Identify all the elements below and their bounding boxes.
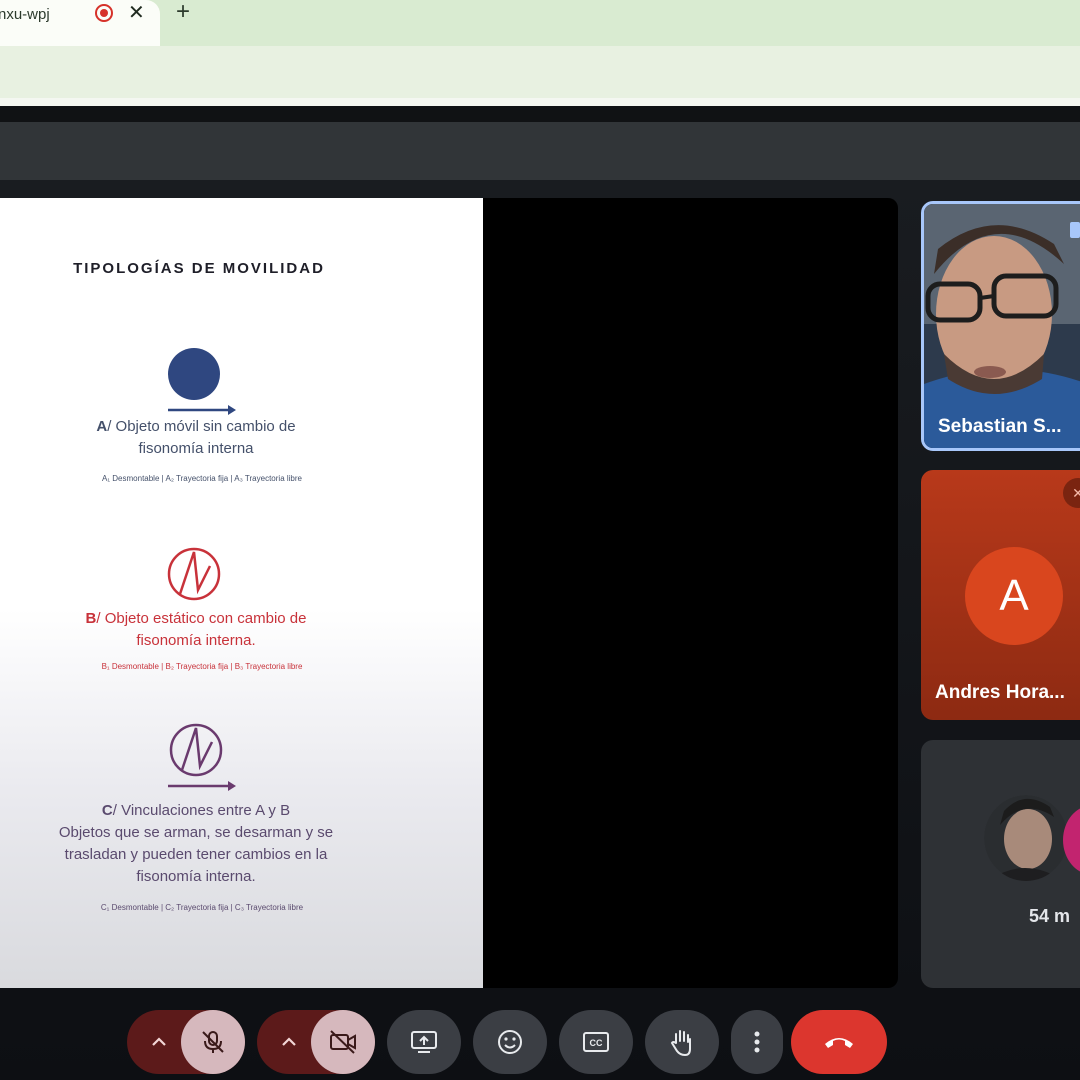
- avatar: A: [965, 547, 1063, 645]
- item-c-line3: trasladan y pueden tener cambios en la: [64, 846, 328, 863]
- more-options-button[interactable]: [731, 1010, 783, 1074]
- mic-muted-icon: ✕: [1063, 478, 1080, 508]
- item-b-letter: B: [85, 610, 97, 627]
- item-c-subtypes: C₁ Desmontable | C₂ Trayectoria fija | C…: [100, 903, 304, 912]
- leave-call-button[interactable]: [791, 1010, 887, 1074]
- chevron-up-icon[interactable]: [137, 1010, 181, 1074]
- item-a-line1: / Objeto móvil sin cambio de: [107, 418, 296, 435]
- item-c-line2: Objetos que se arman, se desarman y se: [58, 824, 334, 841]
- browser-tab-strip: nxu-wpj ✕ +: [0, 0, 1080, 46]
- captions-button[interactable]: CC: [559, 1010, 633, 1074]
- mic-control-group: [127, 1010, 245, 1074]
- item-b-caption: B/ Objeto estático con cambio de fisonom…: [0, 608, 392, 652]
- window-divider: [0, 106, 1080, 122]
- participant-tile-sebastian[interactable]: Sebastian S...: [921, 201, 1080, 451]
- meeting-top-bar: [0, 122, 1080, 180]
- camera-control-group: [257, 1010, 375, 1074]
- participant-name: Andres Hora...: [935, 682, 1065, 703]
- emoji-icon: [498, 1030, 522, 1054]
- participant-thumbnail: [984, 795, 1068, 881]
- tab-title: nxu-wpj: [0, 6, 50, 23]
- reactions-button[interactable]: [473, 1010, 547, 1074]
- item-b-line2: fisonomía interna.: [136, 632, 256, 649]
- circle-with-zigzag-icon: [167, 547, 221, 601]
- item-c-line4: fisonomía interna.: [136, 868, 256, 885]
- screen: nxu-wpj ✕ + TIPOLOGÍAS DE MOVILIDAD A/ O…: [0, 0, 1080, 1080]
- item-c-line1: / Vinculaciones entre A y B: [112, 802, 291, 819]
- item-a-letter: A: [96, 418, 108, 435]
- mic-off-icon: [202, 1031, 224, 1053]
- participant-avatar: [1063, 805, 1080, 875]
- more-participants-tile[interactable]: 54 m: [921, 740, 1080, 988]
- slide-title: TIPOLOGÍAS DE MOVILIDAD: [73, 260, 325, 277]
- participant-tile-andres[interactable]: ✕ A Andres Hora...: [921, 470, 1080, 720]
- meeting-controls: CC: [0, 1000, 1080, 1080]
- close-icon[interactable]: ✕: [128, 0, 145, 25]
- camera-off-icon: [330, 1030, 356, 1054]
- item-c-letter: C: [101, 802, 113, 819]
- browser-tab[interactable]: nxu-wpj ✕: [0, 0, 160, 46]
- browser-toolbar: [0, 46, 1080, 98]
- captions-icon: CC: [583, 1032, 609, 1052]
- svg-text:CC: CC: [590, 1038, 603, 1048]
- more-options-icon: [754, 1031, 760, 1053]
- leave-call-icon: [825, 1038, 853, 1048]
- filled-circle-with-arrow-icon: [168, 348, 236, 415]
- mic-off-button[interactable]: [181, 1010, 245, 1074]
- item-a-subtypes: A₁ Desmontable | A₂ Trayectoria fija | A…: [102, 474, 302, 483]
- shared-slide: TIPOLOGÍAS DE MOVILIDAD A/ Objeto móvil …: [0, 198, 483, 988]
- new-tab-button[interactable]: +: [176, 0, 190, 26]
- raise-hand-button[interactable]: [645, 1010, 719, 1074]
- item-c-caption: C/ Vinculaciones entre A y B Objetos que…: [0, 800, 392, 888]
- item-a-caption: A/ Objeto móvil sin cambio de fisonomía …: [0, 416, 392, 460]
- item-b-line1: / Objeto estático con cambio de: [96, 610, 307, 627]
- participant-name: Sebastian S...: [938, 416, 1062, 437]
- participant-count: 54 m: [1029, 906, 1071, 926]
- camera-off-button[interactable]: [311, 1010, 375, 1074]
- present-button[interactable]: [387, 1010, 461, 1074]
- chevron-up-icon[interactable]: [267, 1010, 311, 1074]
- pin-icon: [1070, 222, 1080, 238]
- browser-separator: [0, 98, 1080, 106]
- record-icon: [95, 4, 113, 22]
- raise-hand-icon: [670, 1030, 691, 1057]
- present-screen-icon: [411, 1031, 437, 1053]
- presentation-stage: TIPOLOGÍAS DE MOVILIDAD A/ Objeto móvil …: [0, 198, 898, 988]
- participant-video: [924, 204, 1080, 448]
- circle-with-zigzag-and-arrow-icon: [168, 723, 236, 791]
- item-a-line2: fisonomía interna: [138, 440, 254, 457]
- item-b-subtypes: B₁ Desmontable | B₂ Trayectoria fija | B…: [101, 662, 303, 671]
